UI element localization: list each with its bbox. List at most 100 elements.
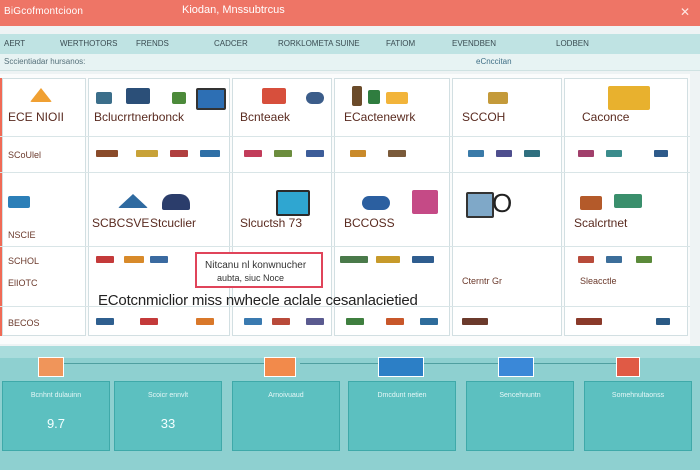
tablet-icon[interactable] [276, 190, 310, 216]
dome-icon[interactable] [162, 194, 190, 210]
item-chip[interactable] [96, 256, 114, 263]
item-chip[interactable] [200, 150, 220, 157]
card-icon[interactable] [616, 357, 640, 377]
monitor-icon[interactable] [196, 88, 226, 110]
item-chip[interactable] [350, 150, 366, 157]
item-chip[interactable] [306, 150, 324, 157]
item-title[interactable]: Bcnteaek [240, 110, 290, 124]
item-chip[interactable] [420, 318, 438, 325]
item-chip[interactable] [340, 256, 368, 263]
item-chip[interactable] [576, 318, 602, 325]
chip-icon[interactable] [172, 92, 186, 104]
rail-label[interactable]: NSCIE [8, 230, 36, 240]
item-title[interactable]: ECactenewrk [344, 110, 415, 124]
crate-icon[interactable] [488, 92, 508, 104]
summary-card-6[interactable]: Somehnultaonss [584, 381, 692, 451]
item-chip[interactable] [388, 150, 406, 157]
item-chip[interactable] [244, 318, 262, 325]
filter-tag[interactable]: eCnccitan [476, 57, 512, 66]
rail-label[interactable]: SCHOL [8, 256, 39, 266]
card-icon[interactable] [378, 357, 424, 377]
item-title[interactable]: BCCOSS [344, 216, 395, 230]
boat-icon[interactable] [614, 194, 642, 208]
item-chip[interactable] [196, 318, 214, 325]
card-icon[interactable] [498, 357, 534, 377]
item-chip[interactable] [244, 150, 262, 157]
book-icon[interactable] [262, 88, 286, 104]
callout-box: Nitcanu nl konwnucher aubta, siuc Noce [195, 252, 323, 288]
item-chip[interactable] [140, 318, 158, 325]
summary-card-5[interactable]: Sencehnuntn [466, 381, 574, 451]
cloud-icon[interactable] [362, 196, 390, 210]
item-chip[interactable] [96, 150, 118, 157]
mouse-icon[interactable] [306, 92, 324, 104]
item-title[interactable]: Bclucrrtnerbonck [94, 110, 184, 124]
item-chip[interactable] [272, 318, 290, 325]
item-title[interactable]: Stcuclier [150, 216, 196, 230]
card-label: Bcnhnt dulauinn [30, 392, 82, 399]
close-icon[interactable]: ✕ [678, 5, 692, 19]
laptop-icon[interactable] [8, 196, 30, 208]
item-chip[interactable] [274, 150, 292, 157]
item-chip[interactable] [578, 256, 594, 263]
item-title[interactable]: Scalcrtnet [574, 216, 627, 230]
breadcrumb[interactable]: Sccientiadar hursanos: [4, 57, 85, 66]
nav-item-2[interactable]: WERTHOTORS [60, 39, 117, 48]
nav-item-8[interactable]: LODBEN [556, 39, 589, 48]
item-title[interactable]: SCBCSVE [92, 216, 149, 230]
item-chip[interactable] [136, 150, 158, 157]
nav-item-3[interactable]: FRENDS [136, 39, 169, 48]
nav-item-4[interactable]: CADCER [214, 39, 248, 48]
item-chip[interactable] [150, 256, 168, 263]
card-icon[interactable] [264, 357, 296, 377]
item-chip[interactable] [606, 150, 622, 157]
item-chip[interactable] [306, 318, 324, 325]
item-chip[interactable] [96, 318, 114, 325]
card-icon[interactable] [38, 357, 64, 377]
card-value: 33 [160, 416, 176, 431]
screen-icon[interactable] [466, 192, 494, 218]
item-chip[interactable] [468, 150, 484, 157]
item-chip[interactable] [376, 256, 400, 263]
item-chip[interactable] [496, 150, 512, 157]
item-caption[interactable]: Sleacctle [580, 276, 617, 286]
nav-item-1[interactable]: AERT [4, 39, 25, 48]
camera-icon[interactable] [96, 92, 112, 104]
nav-item-5[interactable]: RORKLOMETA SUINE [278, 39, 360, 48]
truck-icon[interactable] [580, 196, 602, 210]
item-chip[interactable] [170, 150, 188, 157]
rail-label[interactable]: ElIOTC [8, 278, 38, 288]
summary-card-2[interactable]: Scoicr ennvlt 33 [114, 381, 222, 451]
photo-icon[interactable] [412, 190, 438, 214]
app-brand[interactable]: BiGcofmontcioon [4, 6, 83, 17]
summary-card-3[interactable]: Arnoivuaud [232, 381, 340, 451]
item-title[interactable]: ECE NIOII [8, 110, 64, 124]
item-title[interactable]: SCCOH [462, 110, 505, 124]
item-chip[interactable] [412, 256, 434, 263]
rail-label[interactable]: SCoUlel [8, 150, 41, 160]
rail-label[interactable]: BECOS [8, 318, 40, 328]
package-icon[interactable] [386, 92, 408, 104]
summary-card-1[interactable]: Bcnhnt dulauinn 9.7 [2, 381, 110, 451]
item-chip[interactable] [124, 256, 144, 263]
item-chip[interactable] [524, 150, 540, 157]
item-chip[interactable] [606, 256, 622, 263]
item-chip[interactable] [654, 150, 668, 157]
item-title[interactable]: Slcuctsh 73 [240, 216, 302, 230]
item-title[interactable]: Caconce [582, 110, 629, 124]
item-chip[interactable] [462, 318, 488, 325]
item-caption[interactable]: Cterntr Gr [462, 276, 502, 286]
item-chip[interactable] [636, 256, 652, 263]
item-chip[interactable] [346, 318, 364, 325]
cabinet-icon[interactable] [608, 86, 650, 110]
item-chip[interactable] [578, 150, 594, 157]
summary-card-4[interactable]: Dmcdunt netien [348, 381, 456, 451]
item-chip[interactable] [656, 318, 670, 325]
card-label: Scoicr ennvlt [147, 392, 189, 399]
item-chip[interactable] [386, 318, 404, 325]
nav-item-6[interactable]: FATIOM [386, 39, 415, 48]
nav-item-7[interactable]: EVENDBEN [452, 39, 496, 48]
bottle-icon[interactable] [352, 86, 362, 106]
drone-icon[interactable] [126, 88, 150, 104]
box-icon[interactable] [368, 90, 380, 104]
